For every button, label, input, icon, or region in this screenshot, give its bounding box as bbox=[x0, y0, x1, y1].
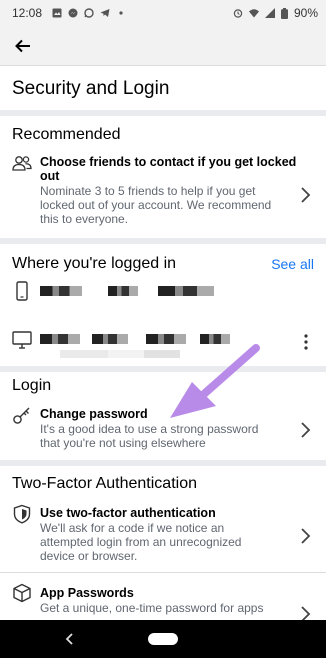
phone-icon bbox=[16, 281, 28, 301]
change-password-desc-line2: that you're not using elsewhere bbox=[40, 436, 206, 450]
annotation-arrow-icon bbox=[170, 344, 260, 418]
chevron-right-icon bbox=[301, 187, 311, 203]
wifi-icon bbox=[248, 9, 259, 18]
choose-friends-title-line1: Choose friends to contact if you get loc… bbox=[40, 155, 297, 169]
battery-icon bbox=[280, 7, 288, 19]
device-row-desktop[interactable] bbox=[0, 326, 326, 366]
app-passwords-row[interactable]: App Passwords Get a unique, one-time pas… bbox=[0, 581, 326, 620]
whatsapp-notification-icon bbox=[84, 8, 94, 18]
redacted-device-name bbox=[40, 334, 80, 344]
status-bar: 12:08 90% bbox=[0, 0, 326, 26]
battery-level: 90% bbox=[293, 6, 318, 20]
change-password-title: Change password bbox=[40, 407, 148, 421]
choose-friends-row[interactable]: Choose friends to contact if you get loc… bbox=[0, 152, 326, 226]
row-separator bbox=[0, 572, 326, 573]
notification-icons bbox=[52, 8, 126, 18]
use-two-factor-desc-line3: device or browser. bbox=[40, 549, 138, 563]
shield-icon bbox=[13, 504, 31, 524]
app-passwords-desc-line1: Get a unique, one-time password for apps bbox=[40, 601, 264, 615]
chevron-right-icon bbox=[301, 422, 311, 438]
chevron-right-icon bbox=[301, 528, 311, 544]
logged-in-heading: Where you're logged in bbox=[12, 255, 177, 272]
dot-notification-icon bbox=[119, 11, 123, 15]
redacted-device-name bbox=[158, 286, 214, 296]
redacted-device-name bbox=[108, 286, 138, 296]
page-title: Security and Login bbox=[12, 78, 170, 99]
telegram-notification-icon bbox=[100, 9, 110, 17]
choose-friends-desc-line1: Nominate 3 to 5 friends to help if you g… bbox=[40, 184, 256, 198]
recommended-heading: Recommended bbox=[12, 126, 121, 143]
cube-icon bbox=[13, 583, 31, 603]
choose-friends-desc-line3: this to everyone. bbox=[40, 212, 129, 226]
see-all-link[interactable]: See all bbox=[271, 256, 314, 272]
device-row-phone[interactable] bbox=[0, 279, 326, 315]
divider bbox=[0, 366, 326, 372]
divider bbox=[0, 460, 326, 466]
choose-friends-title-line2: out bbox=[40, 169, 60, 183]
chevron-right-icon bbox=[301, 606, 311, 620]
system-icons: 90% bbox=[233, 6, 318, 20]
login-heading: Login bbox=[12, 377, 52, 394]
two-factor-heading: Two-Factor Authentication bbox=[12, 475, 197, 492]
settings-content: Security and Login Recommended Choose fr… bbox=[0, 66, 326, 620]
signal-icon bbox=[264, 8, 275, 18]
redacted-device-detail bbox=[60, 350, 180, 358]
use-two-factor-desc-line2: attempted login from an unrecognized bbox=[40, 535, 242, 549]
friends-icon bbox=[12, 156, 32, 171]
redacted-device-name bbox=[92, 334, 128, 344]
messenger-notification-icon bbox=[68, 8, 78, 18]
use-two-factor-title: Use two-factor authentication bbox=[40, 506, 216, 520]
nav-back-icon[interactable] bbox=[62, 631, 78, 647]
choose-friends-desc-line2: locked out of your account. We recommend bbox=[40, 198, 272, 212]
more-options-icon[interactable] bbox=[304, 334, 308, 350]
divider bbox=[0, 238, 326, 244]
desktop-icon bbox=[12, 331, 32, 349]
app-header bbox=[0, 26, 326, 66]
change-password-row[interactable]: Change password It's a good idea to use … bbox=[0, 404, 326, 450]
back-button[interactable] bbox=[10, 34, 36, 58]
key-icon bbox=[13, 407, 30, 424]
back-arrow-icon bbox=[15, 39, 30, 53]
redacted-device-name bbox=[40, 286, 82, 296]
status-time: 12:08 bbox=[12, 6, 43, 20]
change-password-desc-line1: It's a good idea to use a strong passwor… bbox=[40, 422, 259, 436]
nav-home-pill[interactable] bbox=[148, 633, 178, 645]
use-two-factor-row[interactable]: Use two-factor authentication We'll ask … bbox=[0, 503, 326, 563]
use-two-factor-desc-line1: We'll ask for a code if we notice an bbox=[40, 521, 225, 535]
android-nav-bar bbox=[0, 620, 326, 658]
image-notification-icon bbox=[52, 8, 62, 18]
divider bbox=[0, 110, 326, 116]
app-passwords-title: App Passwords bbox=[40, 586, 134, 600]
alarm-icon bbox=[233, 9, 243, 18]
